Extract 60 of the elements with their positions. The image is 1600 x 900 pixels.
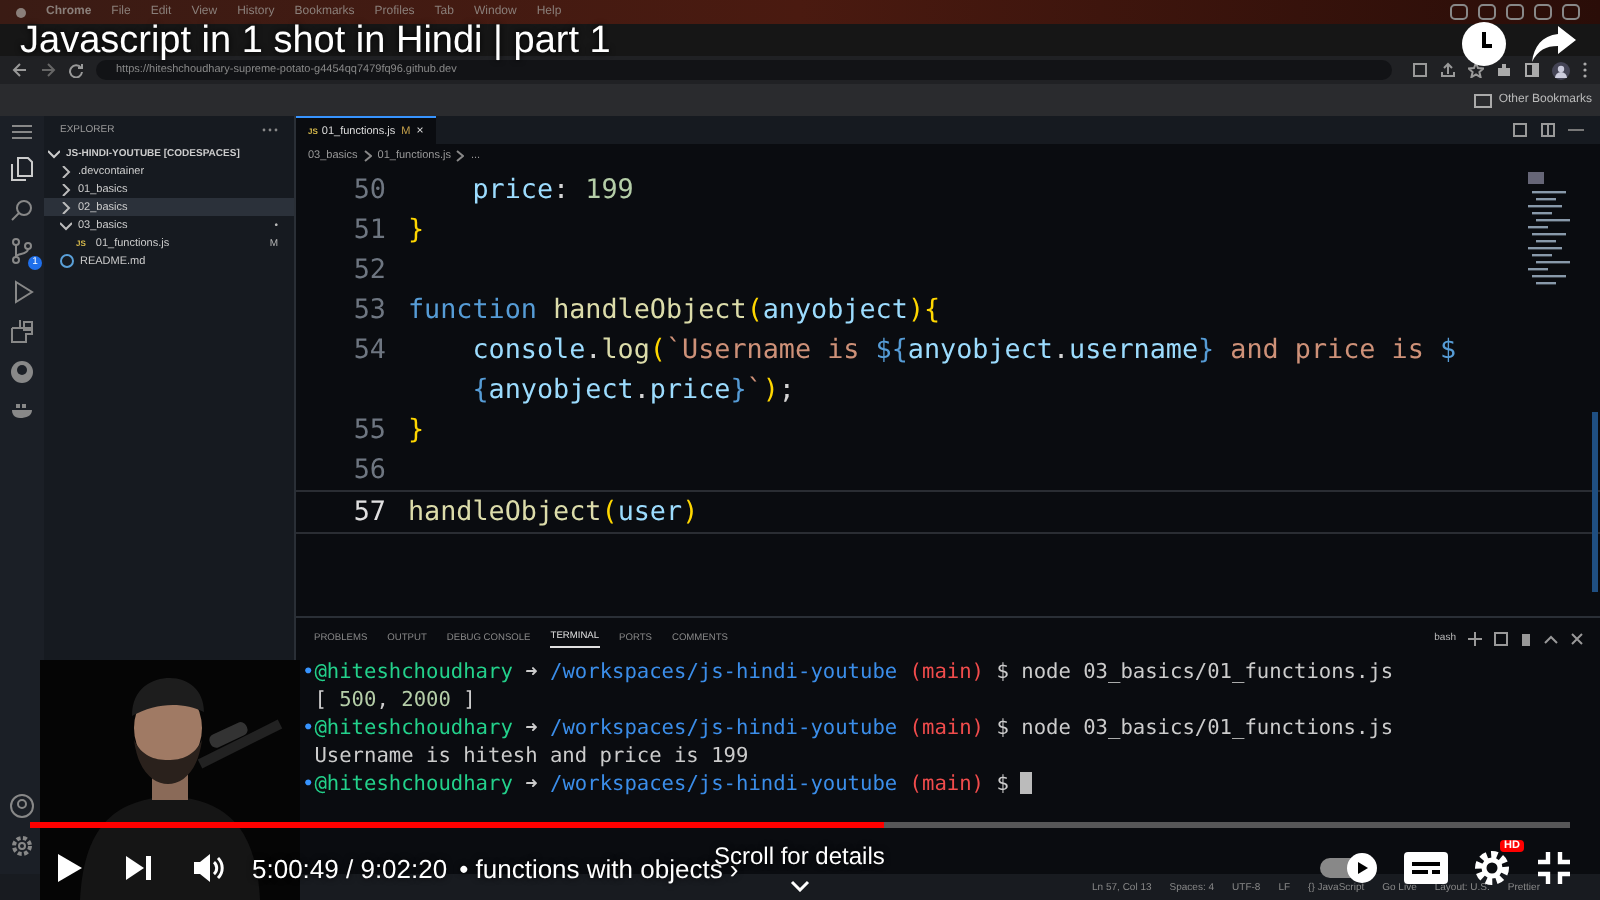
line-number: 50 [351, 175, 388, 205]
chevron-up-icon[interactable] [1544, 633, 1558, 643]
terminal-line: •@hiteshchoudhary ➜ /workspaces/js-hindi-youtube (main) $ [302, 772, 1009, 796]
code-line: } [408, 215, 425, 245]
line-number: 51 [351, 215, 388, 245]
close-icon[interactable] [1570, 631, 1584, 645]
line-number: 55 [351, 415, 388, 445]
scrollbar-thumb[interactable] [1592, 412, 1598, 592]
account-icon[interactable] [10, 794, 34, 818]
exit-fullscreen-icon[interactable] [1536, 850, 1572, 886]
line-number: 52 [351, 255, 388, 285]
apple-icon[interactable] [16, 6, 26, 18]
forward-icon[interactable] [40, 62, 56, 78]
menu-icon[interactable] [12, 124, 32, 140]
captions-icon[interactable] [1404, 852, 1448, 884]
chevron-icon [456, 150, 465, 162]
terminal-line: Username is hitesh and price is 199 [312, 744, 749, 768]
folder-icon [1474, 93, 1493, 107]
terminal-line: •@hiteshchoudhary ➜ /workspaces/js-hindi-youtube (main) $ node 03_basics/01_functions.js [302, 660, 1394, 684]
play-icon[interactable] [56, 852, 84, 884]
avatar-icon[interactable] [1552, 61, 1570, 79]
run-debug-icon[interactable] [10, 280, 34, 304]
video-title[interactable]: Javascript in 1 shot in Hindi | part 1 [20, 20, 611, 64]
time-display: 5:00:49 / 9:02:20 [252, 853, 448, 883]
split-editor-icon[interactable] [1540, 122, 1556, 138]
code-line: handleObject(user) [408, 497, 699, 527]
line-number: 57 [351, 497, 388, 527]
share-icon[interactable] [1440, 62, 1456, 78]
chevron-down-icon[interactable] [790, 880, 810, 892]
chevron-icon [363, 150, 372, 162]
line-number: 54 [351, 335, 388, 365]
terminal-line: [ 500, 2000 ] [312, 688, 476, 712]
clock-icon[interactable] [1462, 22, 1506, 66]
terminal-line: •@hiteshchoudhary ➜ /workspaces/js-hindi-youtube (main) $ node 03_basics/01_functions.js [302, 716, 1394, 740]
trash-icon[interactable] [1520, 631, 1532, 645]
progress-track[interactable] [30, 822, 1570, 828]
back-icon[interactable] [12, 62, 28, 78]
line-number: 56 [351, 455, 388, 485]
reload-icon[interactable] [68, 62, 84, 78]
code-line: function handleObject(anyobject){ [408, 295, 941, 325]
extensions-icon[interactable] [10, 320, 34, 344]
source-control-icon[interactable] [10, 238, 34, 264]
code-line: } [408, 415, 425, 445]
code-line: price: 199 [470, 175, 634, 205]
search-icon[interactable] [10, 198, 34, 222]
volume-icon[interactable] [192, 854, 224, 882]
files-icon[interactable] [10, 156, 34, 182]
side-panel-icon[interactable] [1524, 62, 1540, 78]
more-icon[interactable] [1582, 62, 1588, 78]
add-icon[interactable] [1468, 631, 1482, 645]
terminal-cursor [1020, 772, 1033, 794]
split-icon[interactable] [1494, 631, 1508, 645]
next-icon[interactable] [124, 854, 152, 882]
code-line: {anyobject.price}`); [470, 375, 795, 405]
extensions-icon[interactable] [1496, 62, 1512, 78]
code-line: console.log(`Username is ${anyobject.username} and price is $ [470, 335, 1457, 365]
star-icon[interactable] [1468, 62, 1484, 78]
line-number: 53 [351, 295, 388, 325]
autoplay-toggle[interactable] [1320, 852, 1380, 884]
share-icon[interactable] [1532, 26, 1576, 62]
